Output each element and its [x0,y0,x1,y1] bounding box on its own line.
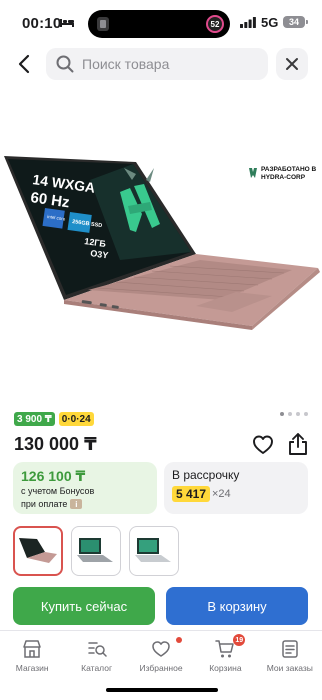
tab-favorites[interactable]: Избранное [129,631,193,682]
share-icon[interactable] [287,432,309,456]
slide-indicator [280,412,308,416]
promo-badges: 3 900 ₸ 0·0·24 [14,412,94,426]
status-time: 00:10 [22,15,62,32]
brand-badge: РАЗРАБОТАНО В HYDRA-CORP [248,166,317,182]
add-to-cart-button[interactable]: В корзину [166,587,308,625]
signal-icon [240,17,256,28]
search-box[interactable] [46,48,268,80]
sleep-mode-icon [60,19,74,27]
shop-icon [23,640,41,658]
variant-thumbnail-pink[interactable] [13,526,63,576]
laptop-gray-thumb-icon [77,538,113,562]
home-indicator[interactable] [106,688,218,692]
laptop-pink-thumb-icon [19,538,57,563]
close-icon [286,58,298,70]
search-input[interactable] [82,48,262,80]
brand-text: РАЗРАБОТАНО В HYDRA-CORP [261,166,317,182]
bonus-note-payment: при оплате i [21,499,83,509]
variant-thumbnails [13,526,179,576]
tab-shop[interactable]: Магазин [0,631,64,682]
dynamic-island: 52 [88,10,230,38]
tab-catalog[interactable]: Каталог [64,631,128,682]
slide-dot [296,412,300,416]
battery-tip [306,20,308,24]
orders-icon [282,640,298,658]
installment-term: ×24 [212,488,231,500]
bottom-tab-bar: Магазин Каталог Избранное 19 Корзина Мои… [0,630,322,682]
buy-now-button[interactable]: Купить сейчас [13,587,155,625]
bonus-note-text: при оплате [21,499,68,509]
live-activity-icon [97,17,109,31]
catalog-search-icon [87,642,107,657]
hydra-brand-icon [249,168,257,178]
tab-label: Корзина [209,663,242,673]
slide-dot [304,412,308,416]
product-price: 130 000 ₸ [14,434,97,454]
network-type: 5G [261,15,279,30]
close-button[interactable] [276,48,308,80]
variant-thumbnail-gray[interactable] [71,526,121,576]
battery-level: 34 [288,17,299,27]
status-bar: 00:10 52 5G 34 [0,0,322,44]
heart-icon [152,641,170,657]
island-counter: 52 [206,15,224,33]
bonus-badge: 3 900 ₸ [14,412,55,426]
installment-badge: 0·0·24 [58,412,94,426]
search-icon [56,55,74,73]
tab-label: Каталог [81,663,113,673]
bonus-price: 126 100 ₸ [21,468,86,484]
info-icon[interactable]: i [70,499,83,509]
chevron-left-icon [18,54,30,74]
variant-thumbnail-silver[interactable] [129,526,179,576]
laptop-silver-thumb-icon [135,538,171,562]
tab-label: Магазин [15,663,49,673]
installment-amount: 5 417 [172,486,211,502]
tab-orders[interactable]: Мои заказы [258,631,322,682]
installment-card[interactable]: В рассрочку 5 417 ×24 [164,462,308,514]
bonus-price-card[interactable]: 126 100 ₸ с учетом Бонусов при оплате i [13,462,157,514]
slide-dot [280,412,284,416]
favorites-notification-dot [175,637,182,643]
brand-line2: HYDRA-CORP [261,174,306,181]
bonus-note: с учетом Бонусов [21,486,95,496]
installment-title: В рассрочку [172,468,240,482]
battery-icon: 34 [283,16,305,28]
tab-cart[interactable]: 19 Корзина [193,631,257,682]
tab-label: Избранное [139,663,183,673]
back-button[interactable] [12,52,36,76]
brand-line1: РАЗРАБОТАНО В [261,166,317,173]
tab-label: Мои заказы [266,663,313,673]
cart-count-badge: 19 [233,634,246,646]
favorite-heart-icon[interactable] [252,434,274,456]
slide-dot [288,412,292,416]
